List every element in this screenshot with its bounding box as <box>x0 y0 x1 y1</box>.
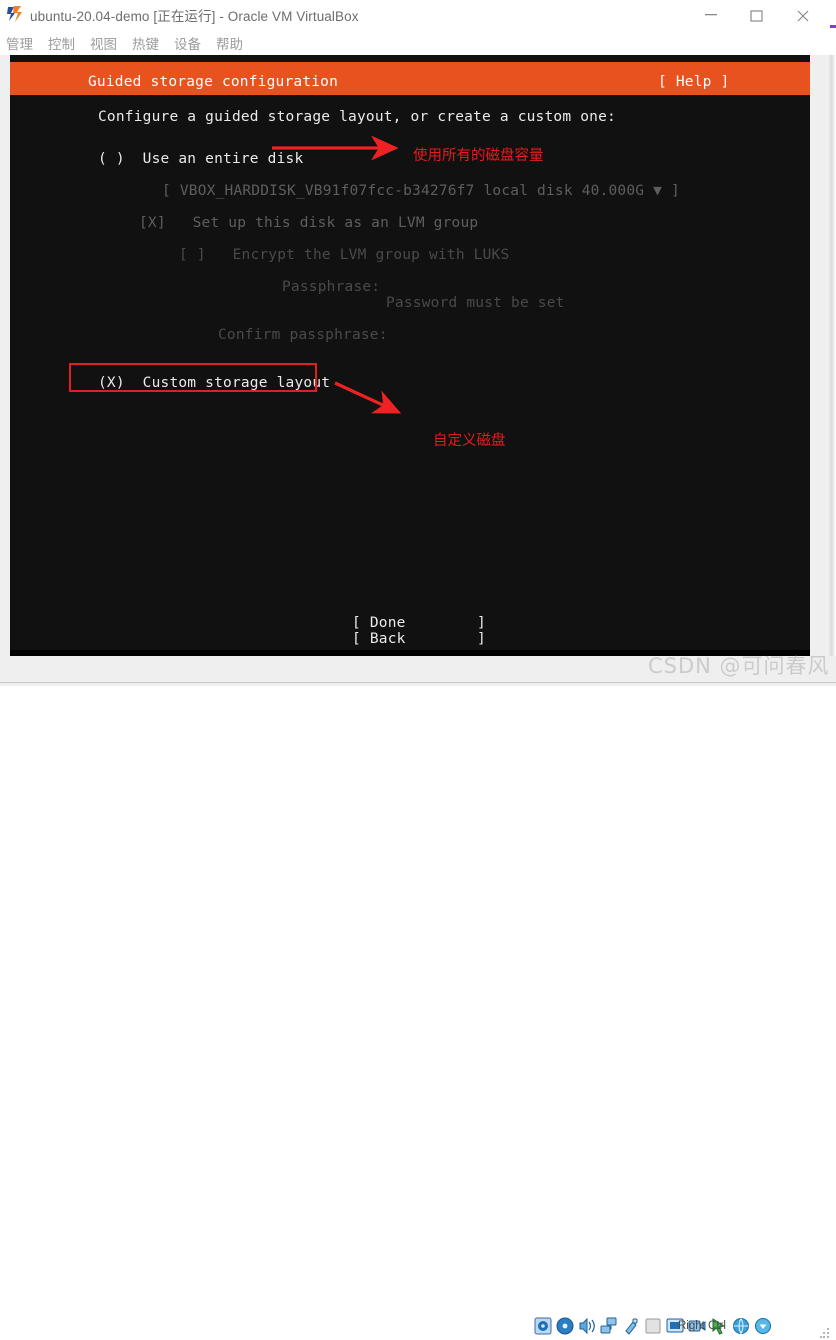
maximize-button[interactable] <box>734 0 780 29</box>
network-icon[interactable] <box>600 1317 618 1335</box>
back-button[interactable]: [ Back ] <box>352 623 486 650</box>
annotation-highlight-box <box>69 363 317 392</box>
close-button[interactable] <box>780 0 826 29</box>
window-edge-accent <box>829 0 836 29</box>
encrypt-luks-checkbox[interactable]: [ ] Encrypt the LVM group with LUKS <box>179 239 509 271</box>
usb-icon[interactable] <box>622 1317 640 1335</box>
resize-grip[interactable] <box>820 1328 830 1338</box>
title-bar: ubuntu-20.04-demo [正在运行] - Oracle VM Vir… <box>0 0 836 29</box>
guest-additions-icon[interactable] <box>754 1317 772 1335</box>
status-bar-divider <box>0 682 836 683</box>
arrow-to-custom-layout <box>334 381 402 414</box>
shared-folder-icon[interactable] <box>644 1317 662 1335</box>
menu-bar: 管理 控制 视图 热键 设备 帮助 <box>0 29 836 55</box>
disk-selector[interactable]: [ VBOX_HARDDISK_VB91f07fcc-b34276f7 loca… <box>162 175 680 207</box>
help-button[interactable]: [ Help ] <box>658 66 729 98</box>
hard-disk-icon[interactable] <box>534 1317 552 1335</box>
menu-item-help[interactable]: 帮助 <box>216 33 243 53</box>
use-entire-disk-option[interactable]: ( ) Use an entire disk <box>98 143 303 175</box>
menu-item-devices[interactable]: 设备 <box>174 33 201 53</box>
minimize-icon <box>705 14 717 16</box>
close-icon <box>797 10 809 22</box>
virtualbox-window: ubuntu-20.04-demo [正在运行] - Oracle VM Vir… <box>0 0 836 1338</box>
minimize-button[interactable] <box>688 0 734 29</box>
annotation-use-entire-disk: 使用所有的磁盘容量 <box>413 148 544 164</box>
audio-icon[interactable] <box>578 1317 596 1335</box>
menu-item-manage[interactable]: 管理 <box>6 33 33 53</box>
annotation-custom-layout: 自定义磁盘 <box>433 433 506 449</box>
installer-terminal: Guided storage configuration [ Help ] Co… <box>10 55 810 650</box>
maximize-icon <box>750 10 763 22</box>
host-key-globe-icon[interactable] <box>732 1317 750 1335</box>
passphrase-label: Passphrase: <box>282 279 381 295</box>
window-title: ubuntu-20.04-demo [正在运行] - Oracle VM Vir… <box>30 9 359 24</box>
menu-item-view[interactable]: 视图 <box>90 33 117 53</box>
lvm-group-checkbox[interactable]: [X] Set up this disk as an LVM group <box>139 207 478 239</box>
installer-header-bar: Guided storage configuration [ Help ] <box>10 62 810 95</box>
menu-item-hotkeys[interactable]: 热键 <box>132 33 159 53</box>
confirm-passphrase-label: Confirm passphrase: <box>218 327 388 343</box>
menu-item-control[interactable]: 控制 <box>48 33 75 53</box>
page-title: Guided storage configuration <box>88 74 339 90</box>
passphrase-error-message: Password must be set <box>386 295 565 311</box>
intro-text: Configure a guided storage layout, or cr… <box>98 109 616 125</box>
vm-display[interactable]: Guided storage configuration [ Help ] Co… <box>10 55 810 650</box>
virtualbox-logo-icon <box>6 5 24 23</box>
optical-disk-icon[interactable] <box>556 1317 574 1335</box>
vm-left-margin <box>0 55 10 656</box>
host-key-label: Right Ctrl <box>678 1320 726 1332</box>
vm-right-margin <box>810 55 836 656</box>
